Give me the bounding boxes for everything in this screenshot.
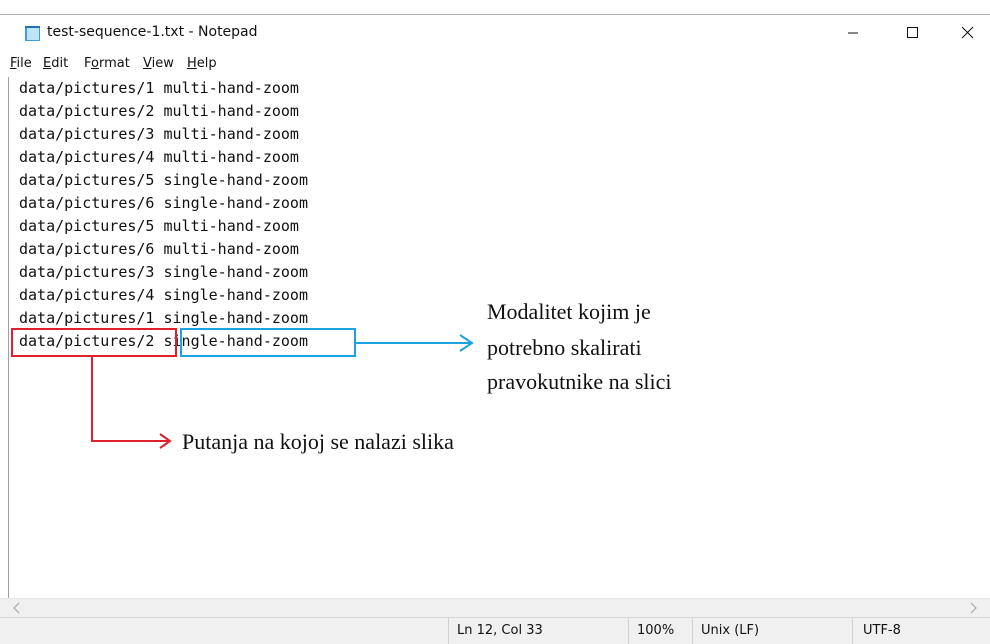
mode-note-line-3: pravokutnike na slici (487, 369, 672, 394)
mode-note-line-2: potrebno skalirati (487, 335, 642, 360)
mode-arrow (356, 334, 474, 352)
path-arrow (91, 357, 172, 449)
path-note: Putanja na kojoj se nalazi slika (182, 429, 454, 454)
mode-note-line-1: Modalitet kojim je (487, 299, 651, 324)
